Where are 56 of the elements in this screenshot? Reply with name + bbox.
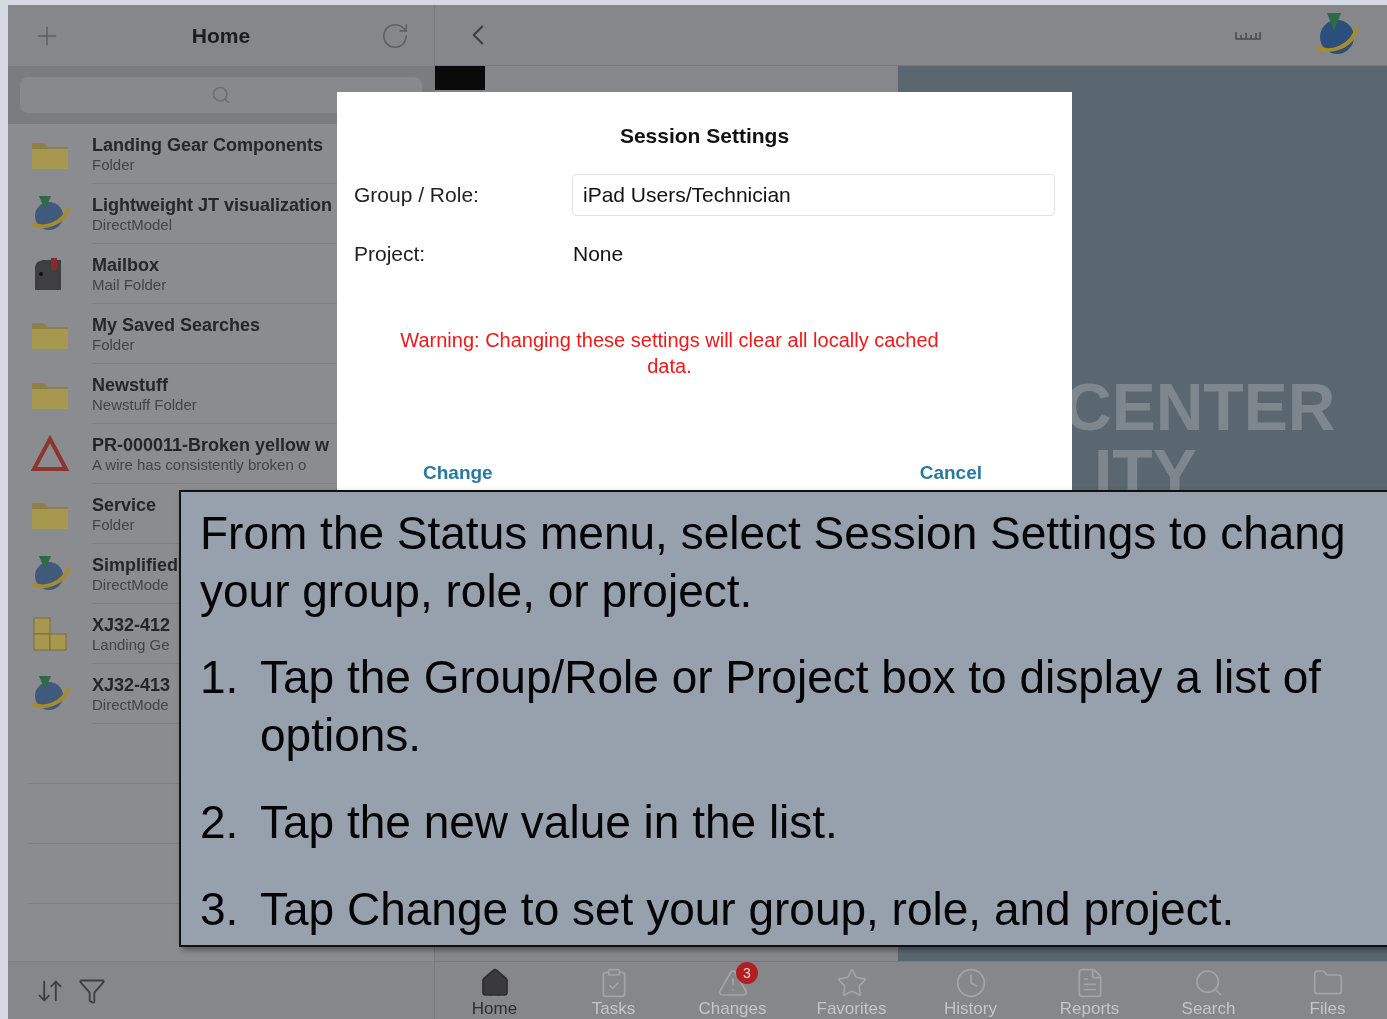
item-title: My Saved Searches — [92, 313, 261, 336]
star-icon — [835, 967, 868, 999]
step-text: Tap the new value in the list. — [260, 795, 839, 850]
item-subtitle: Mail Folder — [92, 275, 167, 294]
count-badge: 3 — [736, 962, 758, 984]
sidebar-item[interactable]: Landing Gear Components Folder — [8, 124, 323, 183]
item-subtitle: DirectMode — [92, 575, 169, 594]
item-title: XJ32-413 — [92, 673, 171, 696]
sidebar-item[interactable]: XJ32-413 DirectMode — [8, 664, 171, 723]
item-title: Lightweight JT visualization — [92, 193, 332, 216]
sidebar-item[interactable]: Simplified DirectMode — [8, 544, 178, 603]
item-title: Landing Gear Components — [92, 133, 323, 156]
step-text: Tap the Group/Role or Project box to display a list of options. — [260, 650, 1323, 763]
sidebar-item[interactable]: PR-000011-Broken yellow w A wire has consistently broken o — [8, 424, 330, 483]
project-value[interactable]: None — [573, 237, 624, 269]
sidebar-item[interactable]: XJ32-412 Landing Ge — [8, 604, 171, 663]
tab-bar-item[interactable]: Home — [435, 962, 554, 1019]
sidebar-item[interactable]: Newstuff Newstuff Folder — [8, 364, 197, 423]
search-icon — [211, 85, 231, 105]
step-text: Tap Change to set your group, role, and project. — [260, 882, 1236, 937]
item-title: Simplified — [92, 553, 178, 576]
ruler-icon[interactable] — [1235, 30, 1261, 40]
item-title: Mailbox — [92, 253, 159, 276]
step-number: 2. — [200, 795, 240, 850]
item-subtitle: DirectModel — [92, 215, 173, 234]
group-role-field[interactable]: iPad Users/Technician — [572, 173, 1055, 216]
item-title: Service — [92, 493, 157, 516]
cancel-button[interactable]: Cancel — [919, 459, 982, 488]
callout-intro: From the Status menu, select Session Settings to chang your group, role, or project. — [200, 506, 1347, 619]
project-label: Project: — [354, 240, 427, 267]
item-subtitle: A wire has consistently broken o — [92, 455, 307, 474]
step-number: 3. — [200, 882, 240, 937]
item-title: Newstuff — [92, 373, 168, 396]
item-subtitle: Folder — [92, 515, 135, 534]
warning-triangle-icon — [30, 434, 70, 473]
dialog-title: Session Settings — [619, 123, 790, 149]
item-title: PR-000011-Broken yellow w — [92, 433, 330, 456]
item-subtitle: Folder — [92, 335, 135, 354]
item-subtitle: DirectMode — [92, 695, 169, 714]
sidebar-item[interactable]: Mailbox Mail Folder — [8, 244, 167, 303]
warning-text: Warning: Changing these settings will clear all locally cached data. — [399, 328, 940, 379]
sidebar-item[interactable]: My Saved Searches Folder — [8, 304, 261, 363]
warning-triangle-icon — [716, 967, 749, 999]
clock-icon — [954, 967, 987, 999]
item-title: XJ32-412 — [92, 613, 171, 636]
item-subtitle: Newstuff Folder — [92, 395, 197, 414]
dark-block — [435, 66, 485, 90]
sidebar-item[interactable]: Lightweight JT visualization DirectModel — [8, 184, 332, 243]
sidebar-title: Home — [191, 22, 251, 49]
group-role-label: Group / Role: — [354, 181, 480, 208]
sidebar-item[interactable]: Service Folder — [8, 484, 157, 543]
step-number: 1. — [200, 650, 240, 705]
change-button[interactable]: Change — [423, 459, 493, 488]
item-subtitle: Folder — [92, 155, 135, 174]
item-subtitle: Landing Ge — [92, 635, 170, 654]
tab-bar-item[interactable]: 3 Changes — [673, 962, 792, 1019]
